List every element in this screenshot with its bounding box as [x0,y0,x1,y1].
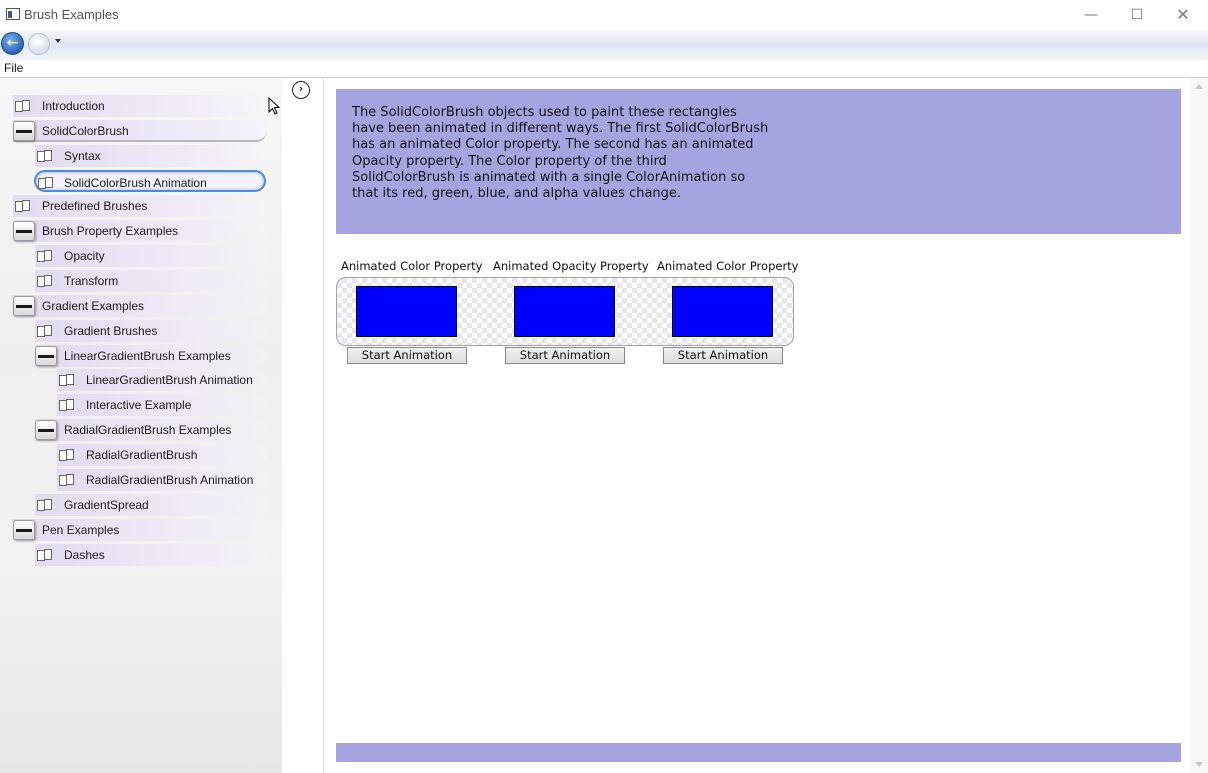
footer-banner [336,743,1181,762]
tree-item-label: LinearGradientBrush Examples [64,348,231,363]
folder-collapse-icon[interactable] [13,520,35,541]
forward-arrow-icon[interactable]: → [28,33,50,55]
start-animation-button-1[interactable]: Start Animation [347,347,467,364]
tree-item[interactable]: Pen Examples [13,519,267,542]
column-label-3: Animated Color Property [657,259,799,273]
page-icon [15,199,30,212]
window-title: Brush Examples [24,7,119,22]
tree-item[interactable]: LinearGradientBrush Animation [57,369,267,392]
tree-item-label: Brush Property Examples [42,223,179,238]
history-dropdown-icon[interactable] [55,39,61,43]
start-animation-button-2[interactable]: Start Animation [505,347,625,364]
animated-rectangle-1 [356,286,457,337]
column-label-2: Animated Opacity Property [493,259,649,273]
folder-collapse-icon[interactable] [13,220,35,241]
tree-item[interactable]: Brush Property Examples [13,219,267,242]
tree-item[interactable]: GradientSpread [35,494,267,517]
column-label-1: Animated Color Property [341,259,483,273]
page-icon [37,324,52,337]
page-icon [37,149,52,162]
tree-item-label: Transform [64,273,119,288]
animated-rectangle-3 [672,286,773,337]
page-icon [15,100,30,112]
tree-item-label: RadialGradientBrush Animation [86,473,254,488]
tree-item-label: Opacity [64,248,105,263]
page-icon [37,549,52,562]
page-icon [37,274,52,287]
page-icon [59,449,74,462]
collapse-contents-icon[interactable]: › [292,81,310,99]
app-icon [6,8,20,20]
page-icon [59,399,74,412]
tree-item-label: Syntax [64,148,101,163]
mouse-cursor-icon [268,97,281,115]
title-bar: Brush Examples — ☐ ✕ [0,0,1208,30]
menu-file[interactable]: File [4,61,23,75]
menu-bar: File [0,60,1208,77]
tree-item-label: RadialGradientBrush [86,448,198,463]
tree-item-label: GradientSpread [64,498,149,513]
maximize-button[interactable]: ☐ [1122,4,1152,26]
vertical-scrollbar[interactable] [1191,78,1208,773]
tree-item-label: Gradient Brushes [64,323,158,338]
tree-item[interactable]: Transform [35,269,267,292]
folder-collapse-icon[interactable] [13,120,35,141]
tree-item-label: SolidColorBrush Animation [64,175,207,190]
tree-item-label: Predefined Brushes [42,198,148,213]
tree-item-label: RadialGradientBrush Examples [64,423,232,438]
contents-strip [282,78,324,773]
tree-item[interactable]: LinearGradientBrush Examples [35,344,267,367]
animated-rectangle-2 [514,286,615,337]
page-icon [37,249,52,262]
tree-item-label: Pen Examples [42,523,120,538]
description-text: The SolidColorBrush objects used to pain… [352,105,769,202]
tree-item[interactable]: Gradient Examples [13,294,267,317]
scroll-down-icon[interactable] [1195,762,1203,767]
tree-item[interactable]: Gradient Brushes [35,319,267,342]
page-icon [38,176,53,189]
back-arrow-icon[interactable]: ← [1,32,24,55]
folder-collapse-icon[interactable] [35,345,57,366]
tree-item[interactable]: RadialGradientBrush Animation [57,469,267,492]
tree-item[interactable]: RadialGradientBrush Examples [35,419,267,442]
tree-item[interactable]: Opacity [35,244,267,267]
minimize-button[interactable]: — [1076,4,1106,26]
start-animation-button-3[interactable]: Start Animation [663,347,783,364]
tree-item[interactable]: Predefined Brushes [13,194,267,217]
tree-item[interactable]: Interactive Example [57,394,267,417]
tree-item[interactable]: Syntax [35,144,267,167]
folder-collapse-icon[interactable] [13,295,35,316]
close-button[interactable]: ✕ [1168,4,1198,26]
contents-sidebar: Introduction SolidColorBrush Syntax SolidCo… [0,78,282,773]
tree-item-label: SolidColorBrush [42,123,129,138]
navigation-bar [0,30,1208,60]
tree-item[interactable]: SolidColorBrush [13,119,267,142]
tree-item-label: Interactive Example [86,398,192,413]
page-icon [59,474,74,487]
tree-item-label: Dashes [64,548,105,563]
tree-item-label: Gradient Examples [42,298,145,313]
page-icon [37,499,52,512]
folder-collapse-icon[interactable] [35,420,57,441]
tree-item[interactable]: RadialGradientBrush [57,444,267,467]
tree-item-label: LinearGradientBrush Animation [86,373,253,388]
page-icon [59,374,74,387]
scroll-up-icon[interactable] [1195,84,1203,89]
tree-item[interactable]: Dashes [35,544,267,567]
tree-item[interactable]: SolidColorBrush Animation [34,169,266,192]
tree-item-label: Introduction [42,99,105,113]
tree-item[interactable]: Introduction [13,95,267,117]
